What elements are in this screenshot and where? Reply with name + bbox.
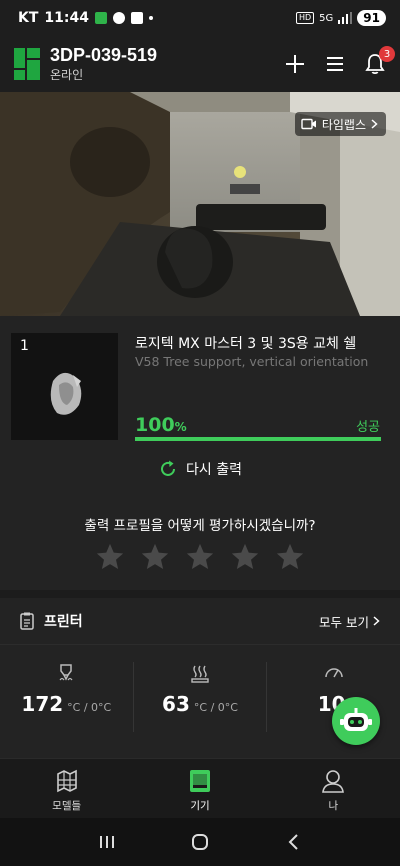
battery-indicator: 91 bbox=[357, 10, 386, 26]
nav-models-label: 모델들 bbox=[52, 800, 82, 812]
rating-star-1[interactable] bbox=[95, 542, 125, 572]
nav-profile-label: 나 bbox=[328, 800, 339, 812]
rating-star-4[interactable] bbox=[230, 542, 260, 572]
bed-temp-value: 63 bbox=[162, 692, 190, 716]
connection-status: 온라인 bbox=[50, 68, 84, 82]
timelapse-button[interactable]: 타임랩스 bbox=[294, 112, 386, 136]
rating-question: 출력 프로필을 어떻게 평가하시겠습니까? bbox=[84, 518, 316, 534]
system-navigation-bar bbox=[0, 818, 400, 866]
print-progress-fill bbox=[135, 437, 381, 441]
models-icon bbox=[56, 769, 77, 793]
home-icon bbox=[191, 834, 208, 850]
model-thumbnail[interactable]: 1 bbox=[11, 333, 118, 440]
progress-unit: % bbox=[174, 420, 187, 434]
home-button[interactable] bbox=[188, 830, 212, 854]
model-title: 로지텍 MX 마스터 3 및 3S용 교체 쉘 bbox=[135, 336, 357, 352]
device-icon bbox=[189, 770, 210, 792]
video-icon bbox=[301, 118, 316, 130]
network-type-label: 5G bbox=[319, 12, 334, 24]
chevron-right-icon bbox=[373, 616, 380, 626]
bottom-navigation: 모델들 기기 나 bbox=[0, 758, 400, 818]
app-notification-icon bbox=[94, 12, 107, 24]
more-notifications-dot bbox=[148, 16, 153, 20]
view-all-button[interactable]: 모두 보기 bbox=[319, 612, 380, 631]
nozzle-temp[interactable]: 172 °C / 0°C bbox=[0, 662, 133, 732]
signal-icon bbox=[338, 12, 353, 24]
view-all-label: 모두 보기 bbox=[319, 614, 369, 630]
print-progress-percent: 100% bbox=[135, 414, 187, 436]
device-name: 3DP-039-519 bbox=[50, 45, 158, 65]
assistant-bot-button[interactable] bbox=[332, 697, 380, 745]
message-notification-icon bbox=[130, 12, 143, 24]
printer-doc-icon bbox=[20, 612, 34, 630]
back-icon bbox=[288, 834, 299, 850]
plus-icon bbox=[286, 55, 304, 73]
menu-button[interactable] bbox=[324, 53, 346, 75]
app-header: 3DP-039-519 온라인 3 bbox=[0, 36, 400, 92]
notification-count-badge: 3 bbox=[379, 46, 395, 62]
timelapse-label: 타임랩스 bbox=[321, 117, 366, 132]
rating-star-3[interactable] bbox=[185, 542, 215, 572]
chevron-right-icon bbox=[371, 119, 378, 129]
rating-star-2[interactable] bbox=[140, 542, 170, 572]
bambu-logo-icon bbox=[14, 48, 40, 80]
camera-feed[interactable]: 타임랩스 bbox=[0, 92, 400, 316]
print-result-status: 성공 bbox=[356, 420, 380, 435]
system-status-bar: KT 11:44 HD 5G 91 bbox=[0, 0, 400, 36]
reprint-icon bbox=[161, 460, 175, 476]
nozzle-temp-value: 172 bbox=[21, 692, 64, 716]
chat-notification-icon bbox=[112, 12, 125, 24]
heatbed-icon bbox=[191, 665, 209, 683]
rating-star-5[interactable] bbox=[275, 542, 305, 572]
add-device-button[interactable] bbox=[284, 53, 306, 75]
plate-number: 1 bbox=[20, 338, 29, 354]
nozzle-temp-unit: °C / 0°C bbox=[67, 701, 112, 714]
back-button[interactable] bbox=[281, 830, 305, 854]
notifications-button[interactable]: 3 bbox=[364, 46, 395, 75]
nav-models[interactable]: 모델들 bbox=[0, 759, 133, 818]
recent-apps-button[interactable] bbox=[95, 830, 119, 854]
reprint-label: 다시 출력 bbox=[186, 462, 242, 478]
device-title-block[interactable]: 3DP-039-519 온라인 bbox=[50, 45, 157, 83]
print-progress-bar bbox=[135, 437, 381, 441]
nav-device-label: 기기 bbox=[190, 800, 210, 812]
menu-icon bbox=[327, 57, 343, 71]
nav-device[interactable]: 기기 bbox=[133, 759, 266, 818]
progress-value: 100 bbox=[135, 414, 175, 436]
rating-stars bbox=[0, 542, 400, 572]
section-divider bbox=[0, 644, 400, 645]
nozzle-icon bbox=[59, 664, 73, 681]
clock: 11:44 bbox=[44, 10, 89, 26]
model-profile-name: V58 Tree support, vertical orientation bbox=[135, 354, 369, 369]
printer-section-title: 프린터 bbox=[44, 614, 83, 630]
profile-icon bbox=[322, 770, 345, 793]
robot-icon bbox=[340, 708, 372, 731]
carrier-label: KT bbox=[18, 10, 39, 26]
nav-profile[interactable]: 나 bbox=[267, 759, 400, 818]
recent-apps-icon bbox=[99, 836, 114, 848]
fan-speed-icon bbox=[324, 668, 343, 678]
hd-voice-icon: HD bbox=[295, 12, 315, 24]
reprint-button[interactable]: 다시 출력 bbox=[158, 459, 242, 479]
bed-temp[interactable]: 63 °C / 0°C bbox=[132, 662, 267, 732]
bed-temp-unit: °C / 0°C bbox=[193, 701, 238, 714]
print-job-card: 1 로지텍 MX 마스터 3 및 3S용 교체 쉘 V58 Tree suppo… bbox=[0, 316, 400, 590]
